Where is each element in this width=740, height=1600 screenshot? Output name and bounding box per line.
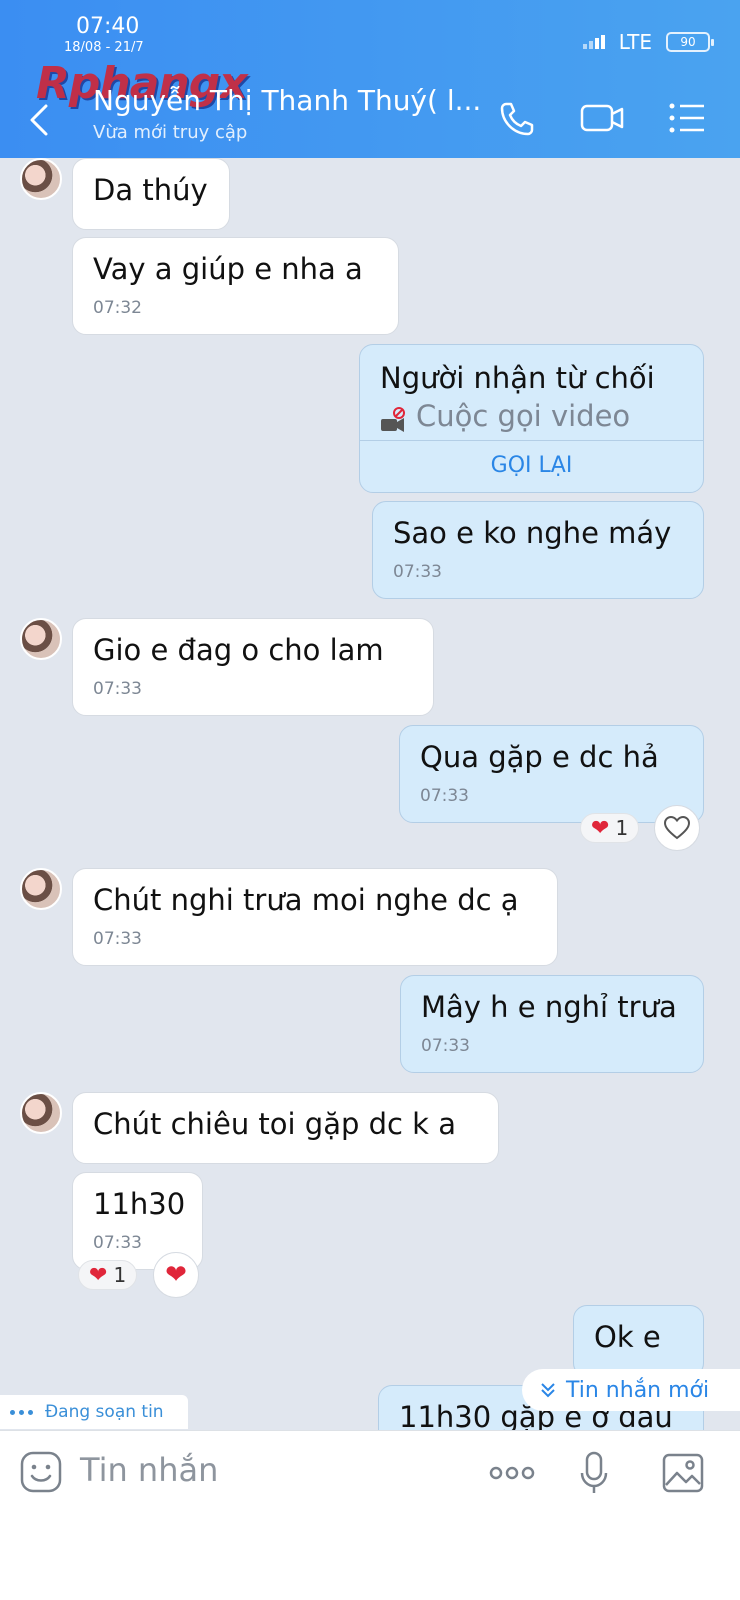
contact-name[interactable]: Nguyễn Thị Thanh Thuý( l... — [93, 84, 481, 117]
message-composer: Tin nhắn — [0, 1430, 740, 1600]
missed-call-card: Người nhận từ chối Cuộc gọi video GỌI LẠ… — [359, 344, 704, 493]
message-outgoing[interactable]: Sao e ko nghe máy 07:33 — [372, 501, 704, 599]
video-icon[interactable] — [580, 98, 624, 138]
message-incoming[interactable]: Gio e đag o cho lam 07:33 — [72, 618, 434, 716]
reaction-count: 1 — [615, 816, 629, 840]
message-incoming[interactable]: Da thúy — [72, 158, 230, 230]
status-time: 07:40 — [76, 14, 140, 39]
status-date: 18/08 - 21/7 — [64, 40, 144, 55]
heart-icon: ❤ — [591, 815, 610, 841]
message-incoming[interactable]: Vay a giúp e nha a 07:32 — [72, 237, 399, 335]
menu-icon[interactable] — [666, 98, 710, 138]
reaction-summary[interactable]: ❤ 1 — [580, 813, 640, 843]
new-message-label: Tin nhắn mới — [566, 1377, 710, 1403]
missed-video-call-icon — [381, 407, 405, 432]
message-text: Mây h e nghỉ trưa — [421, 990, 677, 1024]
divider — [360, 440, 703, 441]
typing-dots-icon — [10, 1409, 33, 1415]
back-icon[interactable] — [24, 100, 54, 140]
heart-outline-icon — [664, 816, 690, 840]
message-text: Sao e ko nghe máy — [393, 516, 672, 550]
status-indicators: LTE 90 — [582, 30, 714, 54]
message-text: Qua gặp e dc hả — [420, 740, 659, 774]
typing-indicator: Đang soạn tin — [0, 1395, 188, 1429]
message-text: Vay a giúp e nha a — [93, 252, 363, 286]
react-button[interactable]: ❤ — [153, 1252, 199, 1298]
avatar[interactable] — [20, 158, 62, 200]
message-text: 11h30 — [93, 1187, 186, 1221]
signal-icon — [582, 35, 605, 49]
reaction-summary[interactable]: ❤ 1 — [78, 1260, 138, 1290]
chat-header: 07:40 18/08 - 21/7 LTE 90 Rphangx Nguyễn… — [0, 0, 740, 158]
battery-icon: 90 — [666, 32, 714, 52]
phone-icon[interactable] — [496, 98, 540, 138]
message-outgoing[interactable]: Ok e — [573, 1305, 704, 1377]
message-incoming[interactable]: Chút chiêu toi gặp dc k a — [72, 1092, 499, 1164]
network-label: LTE — [618, 30, 652, 54]
missed-call-type: Cuộc gọi video — [416, 399, 631, 433]
message-time: 07:33 — [93, 1233, 142, 1253]
message-time: 07:33 — [93, 679, 142, 699]
react-button[interactable] — [654, 805, 700, 851]
mic-icon[interactable] — [578, 1451, 610, 1495]
message-text: Gio e đag o cho lam — [93, 633, 384, 667]
message-incoming[interactable]: Chút nghi trưa moi nghe dc ạ 07:33 — [72, 868, 558, 966]
message-text: Chút chiêu toi gặp dc k a — [93, 1107, 456, 1141]
avatar[interactable] — [20, 868, 62, 910]
new-message-button[interactable]: Tin nhắn mới — [522, 1369, 740, 1411]
heart-icon: ❤ — [165, 1260, 187, 1290]
message-outgoing[interactable]: Qua gặp e dc hả 07:33 — [399, 725, 704, 823]
emoji-icon[interactable] — [20, 1451, 62, 1493]
double-chevron-down-icon — [541, 1383, 555, 1398]
message-input[interactable]: Tin nhắn — [80, 1451, 218, 1489]
image-icon[interactable] — [662, 1451, 704, 1495]
message-outgoing[interactable]: Mây h e nghỉ trưa 07:33 — [400, 975, 704, 1073]
message-time: 07:33 — [93, 929, 142, 949]
contact-presence: Vừa mới truy cập — [93, 122, 248, 143]
typing-text: Đang soạn tin — [45, 1402, 164, 1422]
heart-icon: ❤ — [89, 1262, 108, 1288]
more-icon[interactable] — [488, 1451, 536, 1495]
message-time: 07:33 — [421, 1036, 470, 1056]
message-text: Chút nghi trưa moi nghe dc ạ — [93, 883, 519, 917]
avatar[interactable] — [20, 1092, 62, 1134]
message-time: 07:33 — [393, 562, 442, 582]
call-back-button[interactable]: GỌI LẠI — [360, 453, 703, 478]
reaction-count: 1 — [113, 1263, 127, 1287]
message-text: Ok e — [594, 1320, 661, 1354]
missed-call-title: Người nhận từ chối — [380, 361, 655, 395]
message-time: 07:33 — [420, 786, 469, 806]
message-time: 07:32 — [93, 298, 142, 318]
message-text: Da thúy — [93, 173, 208, 207]
avatar[interactable] — [20, 618, 62, 660]
